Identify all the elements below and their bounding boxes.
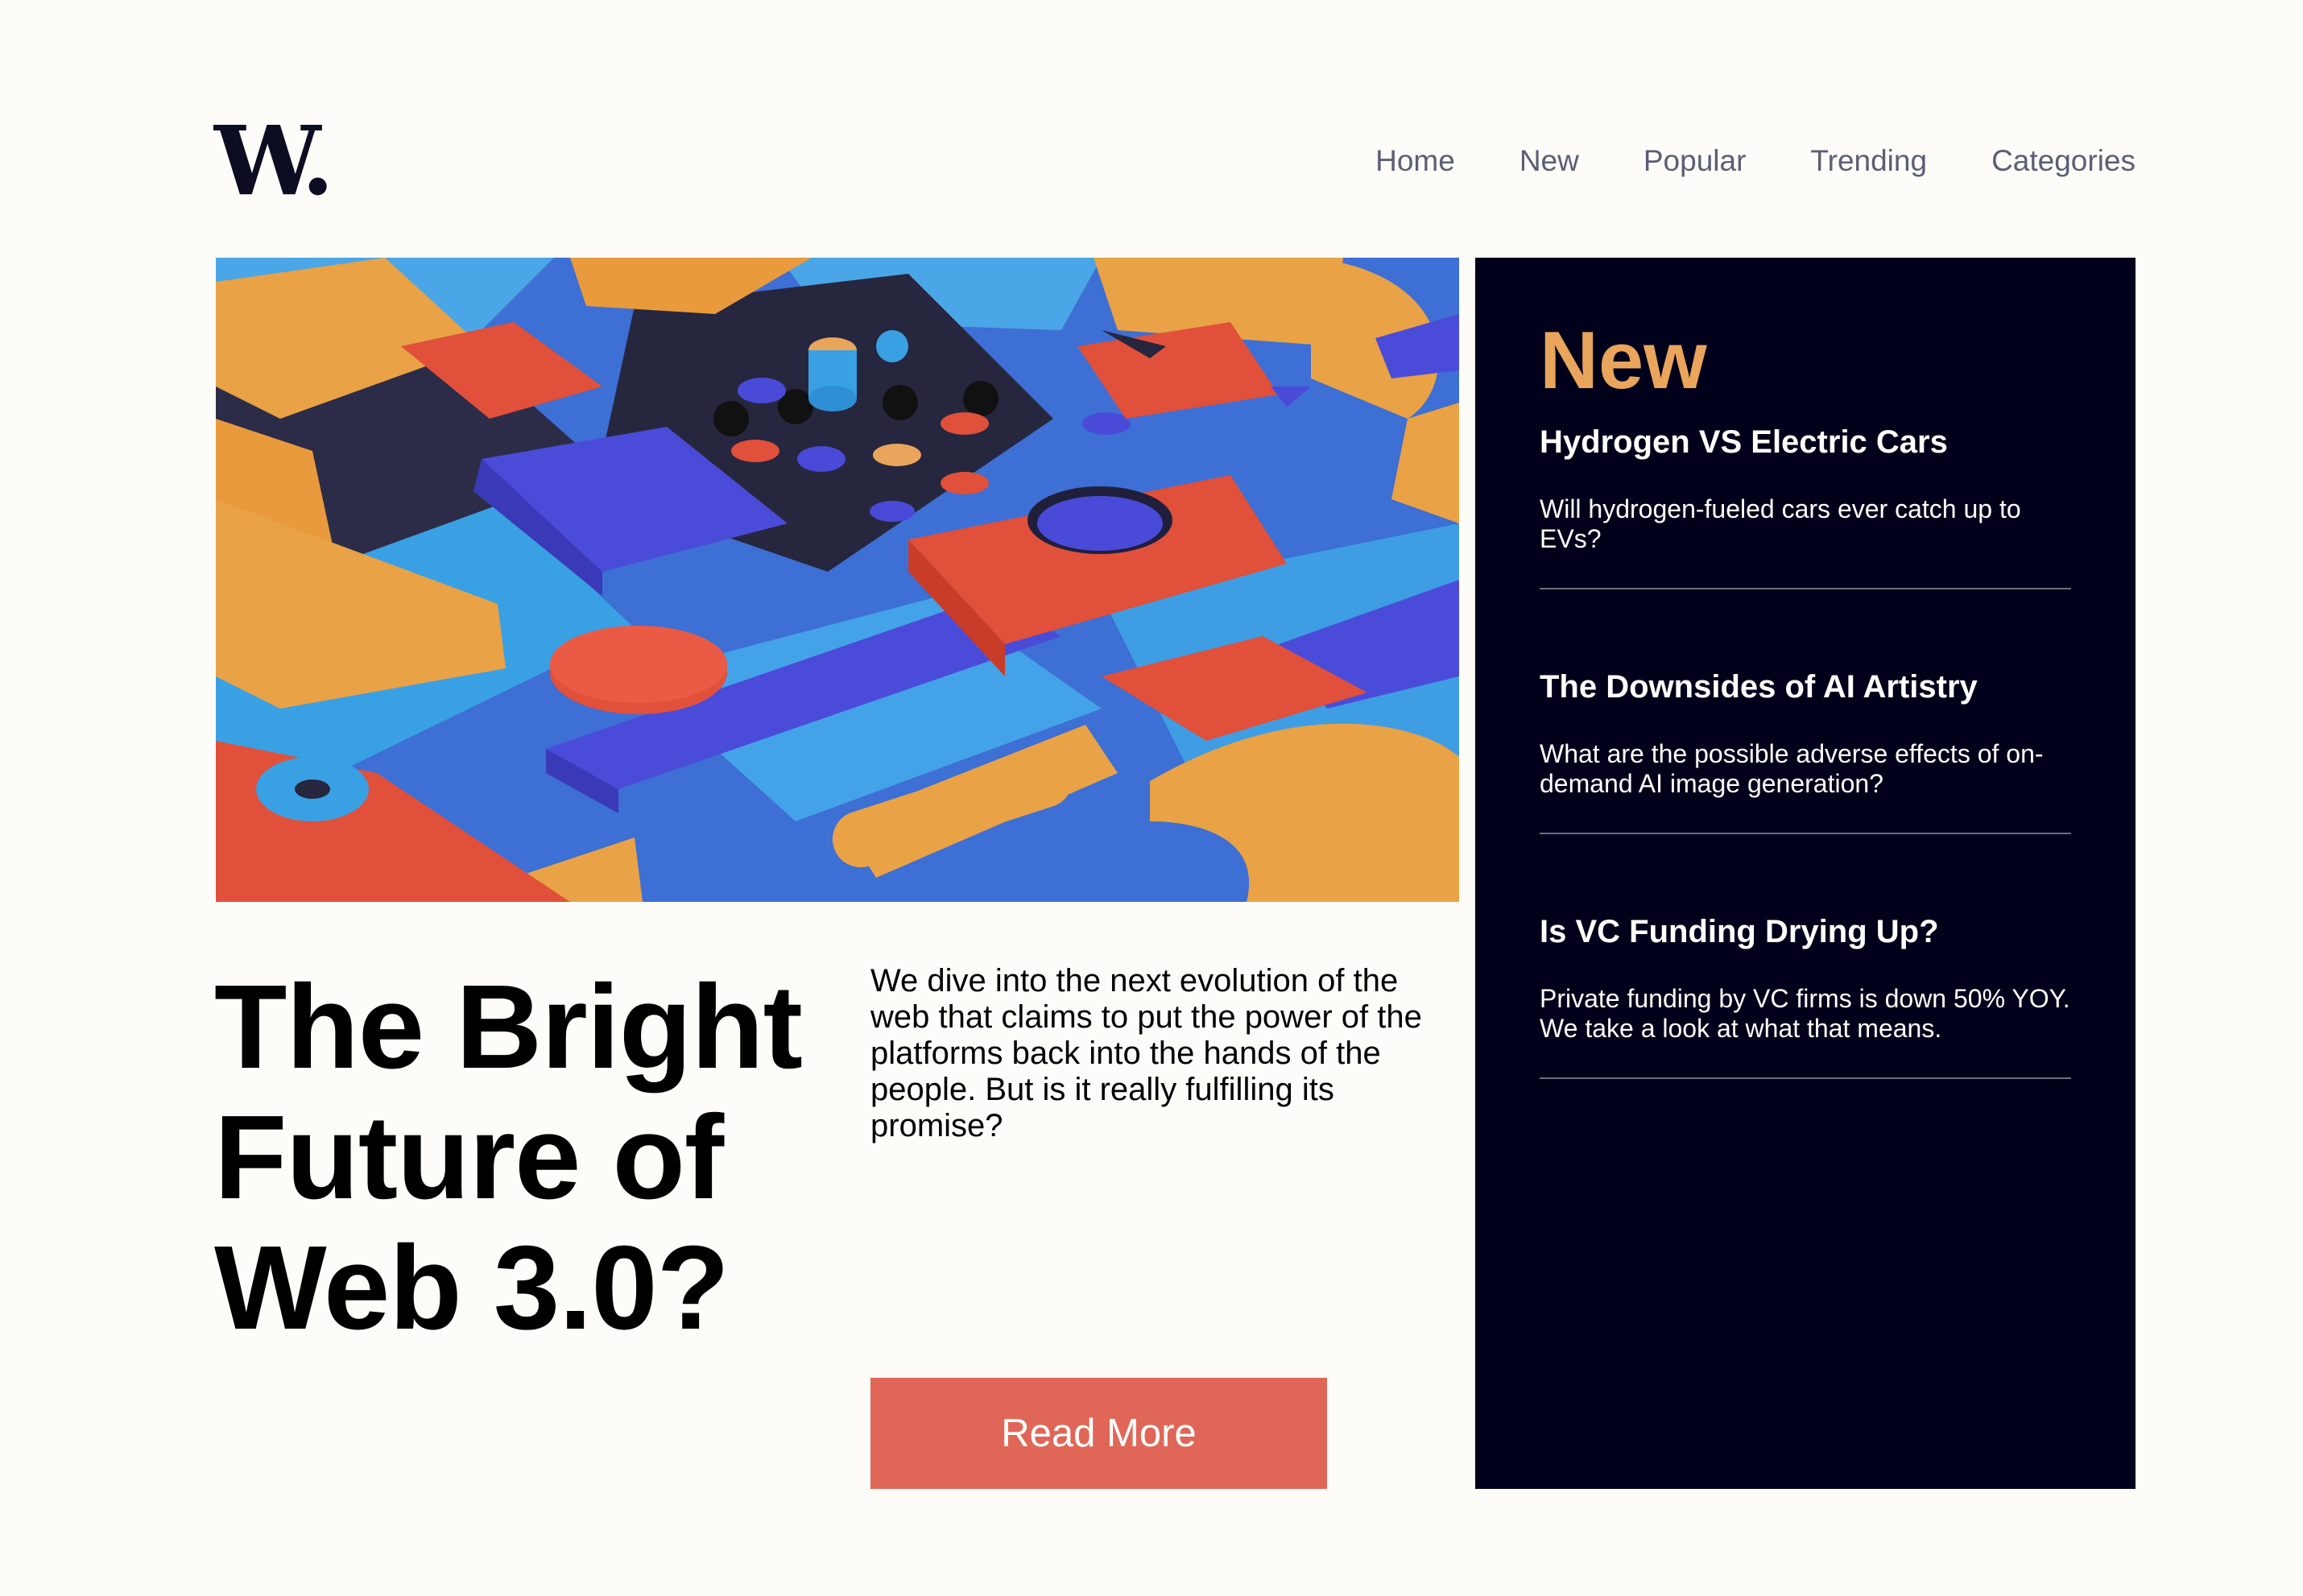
new-articles-sidebar: New Hydrogen VS Electric Cars Will hydro…	[1475, 258, 2136, 1489]
sidebar-article[interactable]: The Downsides of AI Artistry What are th…	[1540, 667, 2071, 834]
read-more-button[interactable]: Read More	[870, 1378, 1327, 1489]
article-description: We dive into the next evolution of the w…	[870, 963, 1422, 1143]
sidebar-article-title[interactable]: Hydrogen VS Electric Cars	[1540, 422, 2071, 462]
sidebar-article-title[interactable]: Is VC Funding Drying Up?	[1540, 912, 2071, 952]
sidebar-article-summary: Private funding by VC firms is down 50% …	[1540, 984, 2070, 1043]
sidebar-article-summary: Will hydrogen-fueled cars ever catch up …	[1540, 494, 2021, 553]
sidebar-article[interactable]: Is VC Funding Drying Up? Private funding…	[1540, 912, 2071, 1079]
hero-image	[216, 258, 1459, 902]
nav-trending[interactable]: Trending	[1810, 139, 1927, 184]
nav-home[interactable]: Home	[1375, 139, 1455, 184]
nav-popular[interactable]: Popular	[1644, 139, 1747, 184]
sidebar-article-title[interactable]: The Downsides of AI Artistry	[1540, 667, 2071, 707]
nav-categories[interactable]: Categories	[1991, 139, 2136, 184]
abstract-shapes-illustration	[216, 258, 1459, 902]
sidebar-article-summary: What are the possible adverse effects of…	[1540, 739, 2044, 798]
sidebar-heading: New	[1540, 316, 1707, 406]
article-headline: The Bright Future of Web 3.0?	[214, 961, 803, 1354]
sidebar-article[interactable]: Hydrogen VS Electric Cars Will hydrogen-…	[1540, 422, 2071, 589]
site-logo[interactable]: W.	[214, 114, 334, 209]
nav-new[interactable]: New	[1519, 139, 1579, 184]
main-nav: Home New Popular Trending Categories	[1375, 139, 2136, 184]
